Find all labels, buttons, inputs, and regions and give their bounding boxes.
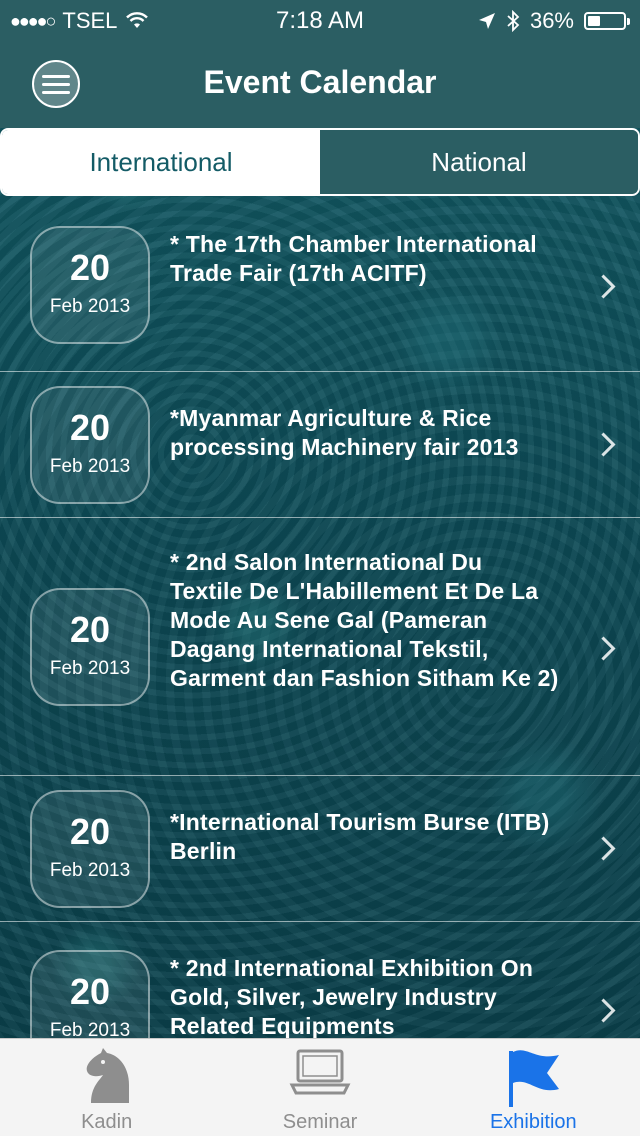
- tab-seminar[interactable]: Seminar: [213, 1039, 426, 1136]
- date-badge: 20 Feb 2013: [30, 588, 150, 706]
- event-title: * 2nd International Exhibition On Gold, …: [170, 955, 534, 1039]
- date-day: 20: [69, 407, 111, 448]
- tab-label: Kadin: [81, 1111, 133, 1133]
- event-title: *International Tourism Burse (ITB) Berli…: [170, 809, 550, 864]
- list-item[interactable]: 20 Feb 2013 * 2nd Salon International Du…: [0, 518, 640, 776]
- battery-icon: [584, 12, 630, 30]
- date-badge: 20 Feb 2013: [30, 790, 150, 908]
- list-item[interactable]: 20 Feb 2013 *Myanmar Agriculture & Rice …: [0, 372, 640, 518]
- chevron-right-icon: [591, 836, 616, 861]
- segment-national[interactable]: National: [320, 130, 638, 194]
- navigation-bar: Event Calendar: [0, 40, 640, 128]
- segment-international[interactable]: International: [2, 130, 320, 194]
- event-title: * 2nd Salon International Du Textile De …: [170, 549, 559, 691]
- chevron-right-icon: [591, 636, 616, 661]
- laptop-icon: [289, 1049, 351, 1095]
- date-month: Feb 2013: [49, 658, 131, 679]
- date-day: 20: [69, 247, 111, 288]
- tab-bar: Kadin Seminar Exhibition: [0, 1038, 640, 1136]
- location-icon: [478, 13, 495, 29]
- chevron-right-icon: [591, 432, 616, 457]
- status-bar: ●●●●○ TSEL 7:18 AM 36%: [0, 0, 640, 40]
- date-badge: 20 Feb 2013: [30, 386, 150, 504]
- tab-label: Exhibition: [489, 1111, 577, 1133]
- tab-exhibition[interactable]: Exhibition: [427, 1039, 640, 1136]
- event-title: *Myanmar Agriculture & Rice processing M…: [170, 405, 519, 460]
- date-month: Feb 2013: [49, 296, 131, 317]
- date-day: 20: [69, 971, 111, 1012]
- list-item[interactable]: 20 Feb 2013 * The 17th Chamber Internati…: [0, 196, 640, 372]
- event-list: 20 Feb 2013 * The 17th Chamber Internati…: [0, 196, 640, 1122]
- flag-icon: [509, 1050, 560, 1107]
- tab-label: Seminar: [282, 1111, 358, 1133]
- bluetooth-icon: [507, 10, 520, 32]
- date-badge: 20 Feb 2013: [30, 226, 150, 344]
- segmented-control: International National: [0, 128, 640, 196]
- event-title: * The 17th Chamber International Trade F…: [170, 231, 537, 286]
- page-title: Event Calendar: [203, 64, 437, 100]
- date-month: Feb 2013: [49, 456, 131, 477]
- chevron-right-icon: [591, 274, 616, 299]
- date-day: 20: [69, 609, 111, 650]
- date-day: 20: [69, 811, 111, 852]
- date-month: Feb 2013: [49, 860, 131, 881]
- chevron-right-icon: [591, 998, 616, 1023]
- tab-kadin[interactable]: Kadin: [0, 1039, 213, 1136]
- horse-icon: [86, 1048, 129, 1103]
- battery-percent: 36%: [529, 8, 574, 33]
- list-item[interactable]: 20 Feb 2013 *International Tourism Burse…: [0, 776, 640, 922]
